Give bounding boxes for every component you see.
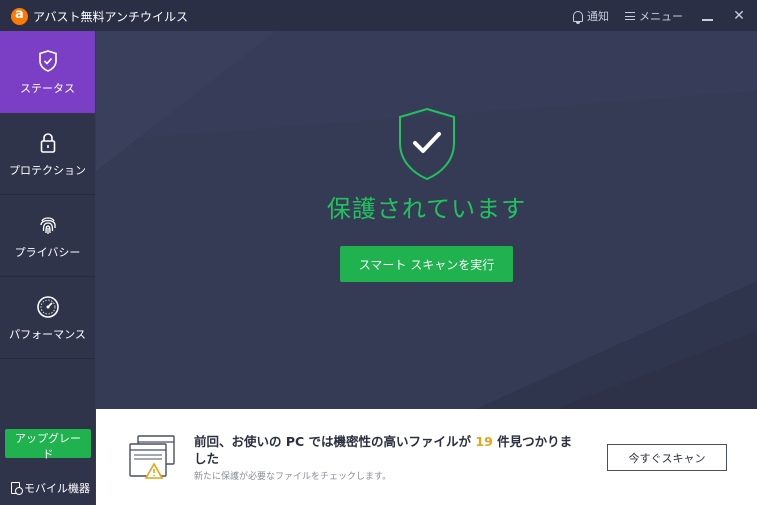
minimize-button[interactable] (699, 8, 715, 24)
protection-status-text: 保護されています (326, 195, 527, 223)
alert-title-before: 前回、お使いの PC では機密性の高いファイルが (194, 434, 472, 449)
avast-window: アバスト無料アンチウイルス 通知 メニュー ✕ (0, 0, 757, 505)
hamburger-icon (625, 12, 635, 20)
scan-now-button[interactable]: 今すぐスキャン (607, 444, 727, 471)
sidebar-item-label: ステータス (20, 81, 75, 95)
smart-scan-button[interactable]: スマート スキャンを実行 (340, 246, 513, 282)
close-icon: ✕ (733, 8, 745, 24)
mobile-devices-label: モバイル機器 (24, 482, 90, 495)
sidebar-item-privacy[interactable]: プライバシー (0, 195, 95, 277)
app-title: アバスト無料アンチウイルス (33, 10, 189, 24)
sidebar: ステータス プロテクション プライバシー パフォーマンス アップグレード モバイ… (0, 31, 95, 505)
sidebar-item-status[interactable]: ステータス (0, 31, 95, 113)
bell-icon (573, 10, 583, 24)
alert-subtitle: 新たに保護が必要なファイルをチェックします。 (194, 472, 392, 482)
upgrade-button[interactable]: アップグレード (5, 429, 91, 461)
menu-label: メニュー (639, 10, 683, 23)
close-button[interactable]: ✕ (731, 8, 747, 24)
sidebar-item-label: プライバシー (14, 245, 81, 259)
lock-icon (35, 130, 61, 156)
sidebar-item-label: プロテクション (9, 163, 86, 177)
files-warning-icon (128, 434, 176, 480)
alert-title: 前回、お使いの PC では機密性の高いファイルが 19 件見つかりました (194, 433, 584, 467)
minimize-icon (701, 19, 713, 21)
speedometer-icon (35, 294, 61, 320)
sidebar-item-label: パフォーマンス (9, 327, 86, 341)
shield-check-icon (35, 48, 61, 74)
fingerprint-icon (35, 212, 61, 238)
sensitive-files-alert: 前回、お使いの PC では機密性の高いファイルが 19 件見つかりました 新たに… (96, 409, 757, 505)
notifications-label: 通知 (587, 10, 609, 23)
title-bar: アバスト無料アンチウイルス 通知 メニュー ✕ (0, 0, 757, 31)
avast-logo-icon (11, 7, 28, 25)
menu-button[interactable]: メニュー (625, 8, 683, 24)
sidebar-item-protection[interactable]: プロテクション (0, 113, 95, 195)
notifications-button[interactable]: 通知 (573, 8, 609, 24)
sensitive-file-count: 19 (475, 434, 493, 449)
mobile-device-icon (11, 482, 23, 495)
mobile-devices-link[interactable]: モバイル機器 (11, 480, 90, 496)
title-bar-controls: 通知 メニュー ✕ (573, 6, 747, 26)
protected-shield-icon (396, 107, 458, 181)
status-panel: 保護されています スマート スキャンを実行 (96, 31, 757, 409)
sidebar-item-performance[interactable]: パフォーマンス (0, 277, 95, 359)
